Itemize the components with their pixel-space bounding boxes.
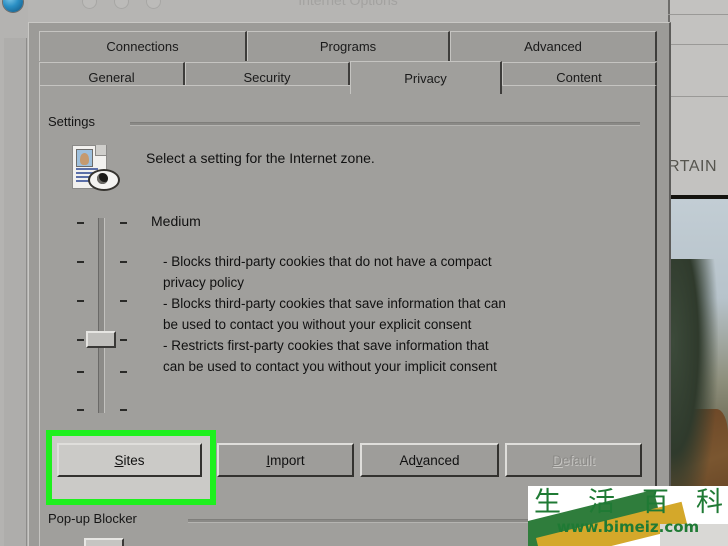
description-line: privacy policy [163, 275, 245, 290]
watermark-characters: 生 活 百 科 [534, 488, 724, 518]
description-line: - Blocks third-party cookies that do not… [163, 254, 492, 269]
description-line: - Blocks third-party cookies that save i… [163, 296, 506, 311]
privacy-level-description: - Blocks third-party cookies that do not… [163, 251, 643, 377]
slider-tick-left [77, 222, 84, 224]
watermark-char: 科 [696, 487, 724, 518]
background-photo [668, 195, 728, 539]
document-fold-shape [95, 145, 106, 156]
slider-tick-right [120, 339, 127, 341]
background-left-strip [0, 0, 28, 546]
tab-connections[interactable]: Connections [39, 31, 247, 61]
slider-thumb[interactable] [86, 331, 116, 348]
zone-instruction-text: Select a setting for the Internet zone. [146, 150, 375, 166]
eye-pupil-shape [97, 173, 108, 184]
privacy-level-slider[interactable] [70, 218, 130, 413]
privacy-document-eye-icon [69, 143, 120, 193]
slider-tick-left [77, 409, 84, 411]
background-left-strip-inner [4, 38, 27, 546]
watermark-url: www.bimeiz.com [556, 518, 700, 536]
settings-group-divider [130, 122, 640, 126]
slider-tick-left [77, 339, 84, 341]
import-button-label: Import [266, 452, 305, 468]
description-line: - Restricts first-party cookies that sav… [163, 338, 489, 353]
slider-tick-left [77, 371, 84, 373]
popup-blocker-checkbox[interactable] [84, 538, 124, 546]
slider-tick-right [120, 300, 127, 302]
slider-tick-right [120, 409, 127, 411]
background-rule-2 [668, 44, 728, 45]
watermark-char: 生 [534, 487, 562, 518]
tab-row-upper: Connections Programs Advanced [39, 31, 657, 62]
advanced-button-label: Advanced [399, 452, 460, 468]
window-title: Internet Options [298, 0, 398, 8]
slider-tick-right [120, 222, 127, 224]
watermark-char: 百 [642, 487, 670, 518]
popup-blocker-group-label: Pop-up Blocker [48, 511, 137, 526]
slider-tick-left [77, 261, 84, 263]
tab-advanced[interactable]: Advanced [450, 31, 657, 61]
tab-strip: Connections Programs Advanced General Se… [39, 31, 657, 94]
document-person-photo [76, 149, 93, 167]
slider-tick-left [77, 300, 84, 302]
slider-track[interactable] [98, 218, 105, 413]
background-rule-3 [668, 96, 728, 97]
watermark: 生 活 百 科 www.bimeiz.com [528, 486, 728, 546]
background-headline: RTAIN [668, 158, 718, 175]
slider-tick-right [120, 371, 127, 373]
settings-group-label: Settings [48, 114, 95, 129]
description-line: can be used to contact you without your … [163, 359, 497, 374]
tab-privacy[interactable]: Privacy [350, 61, 502, 94]
tab-programs[interactable]: Programs [247, 31, 450, 61]
default-button-label: Default [552, 452, 595, 468]
privacy-level-label: Medium [151, 213, 201, 229]
sites-button[interactable]: Sites [57, 443, 202, 477]
import-button[interactable]: Import [217, 443, 354, 477]
slider-tick-right [120, 261, 127, 263]
advanced-button[interactable]: Advanced [360, 443, 499, 477]
dialog-titlebar: Internet Options [3, 0, 668, 22]
sites-button-label: Sites [114, 452, 145, 468]
watermark-char: 活 [588, 487, 616, 518]
default-button: Default [505, 443, 642, 477]
screenshot-root: RTAIN Internet Options Connections Progr… [0, 0, 728, 546]
background-rule-1 [668, 14, 728, 15]
description-line: be used to contact you without your expl… [163, 317, 472, 332]
